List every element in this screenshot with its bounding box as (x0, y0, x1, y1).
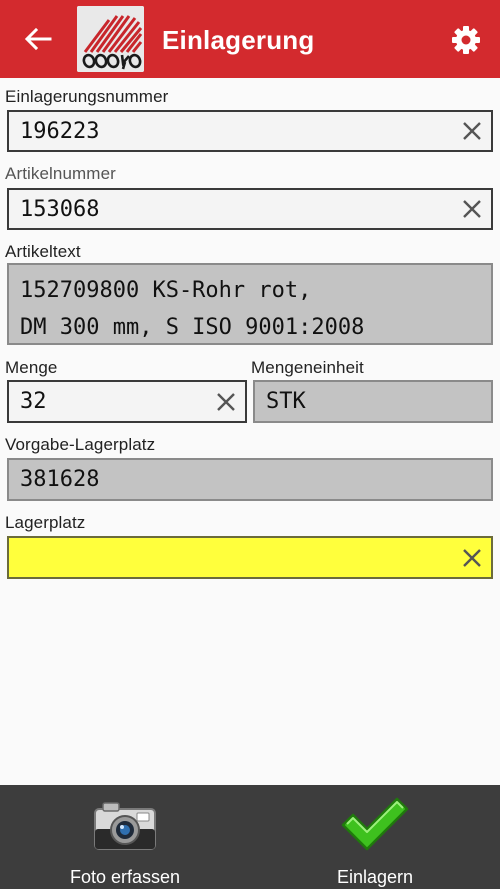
menge-field[interactable]: 32 (7, 380, 247, 423)
einlagerungsnummer-field[interactable]: 196223 (7, 110, 493, 152)
artikelnummer-field[interactable]: 153068 (7, 188, 493, 230)
lagerplatz-label: Lagerplatz (5, 513, 86, 532)
app-bar: Einlagerung (0, 0, 500, 78)
gear-icon (452, 26, 480, 54)
checkmark-icon (341, 797, 409, 851)
artikeltext-line2: DM 300 mm, S ISO 9001:2008 (20, 315, 365, 340)
clear-icon[interactable] (461, 547, 483, 569)
clear-icon[interactable] (215, 391, 237, 413)
mengeneinheit-value: STK (266, 389, 306, 414)
menge-label: Menge (5, 358, 58, 377)
back-button[interactable] (22, 25, 54, 53)
einlagerungsnummer-value: 196223 (20, 118, 100, 144)
photo-button-label: Foto erfassen (69, 867, 181, 887)
bottom-action-bar: Foto erfassen Einlagern (0, 785, 500, 889)
artikelnummer-value: 153068 (20, 196, 100, 222)
artikeltext-field: 152709800 KS-Rohr rot, DM 300 mm, S ISO … (7, 263, 493, 345)
mengeneinheit-field: STK (253, 380, 493, 423)
artikeltext-line1: 152709800 KS-Rohr rot, (20, 278, 312, 303)
vorgabe-lagerplatz-value: 381628 (20, 467, 100, 492)
menge-value: 32 (20, 389, 47, 414)
clear-icon[interactable] (461, 120, 483, 142)
artikeltext-label: Artikeltext (5, 242, 81, 261)
lagerplatz-input[interactable] (7, 536, 493, 579)
vorgabe-lagerplatz-label: Vorgabe-Lagerplatz (5, 435, 156, 454)
vorgabe-lagerplatz-field: 381628 (7, 458, 493, 501)
photo-button[interactable]: Foto erfassen (0, 785, 250, 889)
camera-icon (94, 802, 156, 850)
clear-icon[interactable] (461, 198, 483, 220)
mengeneinheit-label: Mengeneinheit (251, 358, 364, 377)
arrow-left-icon (24, 27, 52, 51)
store-button-label: Einlagern (336, 867, 414, 887)
store-button[interactable]: Einlagern (250, 785, 500, 889)
page-title: Einlagerung (162, 25, 315, 55)
einlagerungsnummer-label: Einlagerungsnummer (5, 87, 169, 106)
company-logo (77, 6, 144, 72)
artikelnummer-label: Artikelnummer (5, 164, 116, 183)
settings-button[interactable] (451, 25, 481, 55)
